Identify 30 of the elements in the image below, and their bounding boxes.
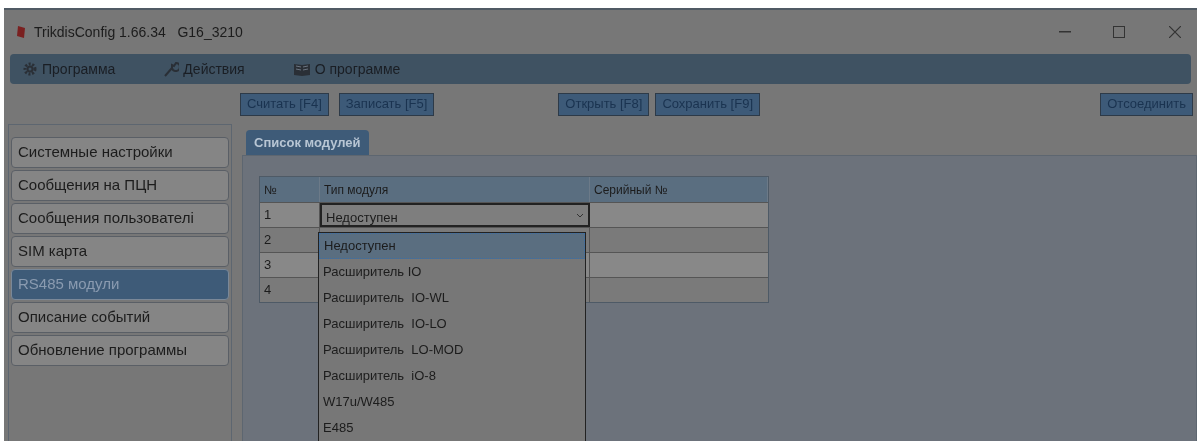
sidebar-item[interactable]: Обновление программы: [11, 335, 229, 366]
dropdown-option[interactable]: Расширитель IO: [319, 259, 585, 285]
dropdown-option[interactable]: W17u/W485: [319, 389, 585, 415]
menu-item[interactable]: Программа: [42, 58, 116, 80]
sidebar-item[interactable]: SIM карта: [11, 236, 229, 267]
dropdown-option[interactable]: E485: [319, 415, 585, 441]
sidebar-item[interactable]: Сообщения пользователі: [11, 203, 229, 234]
chevron-down-icon: [576, 212, 584, 218]
module-type-dropdown[interactable]: Недоступен: [320, 203, 590, 227]
maximize-icon[interactable]: [1113, 26, 1125, 38]
close-icon[interactable]: [1169, 26, 1181, 38]
gear-icon: [22, 61, 38, 77]
wrench-icon: [163, 61, 180, 77]
book-icon: [292, 62, 311, 76]
dropdown-option[interactable]: Расширитель LO-MOD: [319, 337, 585, 363]
window-title: TrikdisConfig 1.66.34 G16_3210: [34, 22, 243, 42]
dropdown-option[interactable]: Расширитель iO-8: [319, 363, 585, 389]
dropdown-option[interactable]: Расширитель IO-WL: [319, 285, 585, 311]
dropdown-option[interactable]: Недоступен: [319, 233, 585, 259]
dropdown-option[interactable]: Расширитель IO-LO: [319, 311, 585, 337]
sidebar-item[interactable]: Системные настройки: [11, 137, 229, 168]
sidebar-item[interactable]: Описание событий: [11, 302, 229, 333]
sidebar-item[interactable]: Сообщения на ПЦН: [11, 170, 229, 201]
tab[interactable]: Список модулей: [246, 130, 369, 155]
dropdown-value: Недоступен: [326, 210, 398, 225]
app-logo-icon: [16, 25, 26, 39]
minimize-icon[interactable]: [1059, 31, 1071, 33]
sidebar-item[interactable]: RS485 модули: [11, 269, 229, 300]
menu-item[interactable]: Действия: [183, 58, 245, 80]
menu-item[interactable]: О программе: [314, 58, 401, 80]
